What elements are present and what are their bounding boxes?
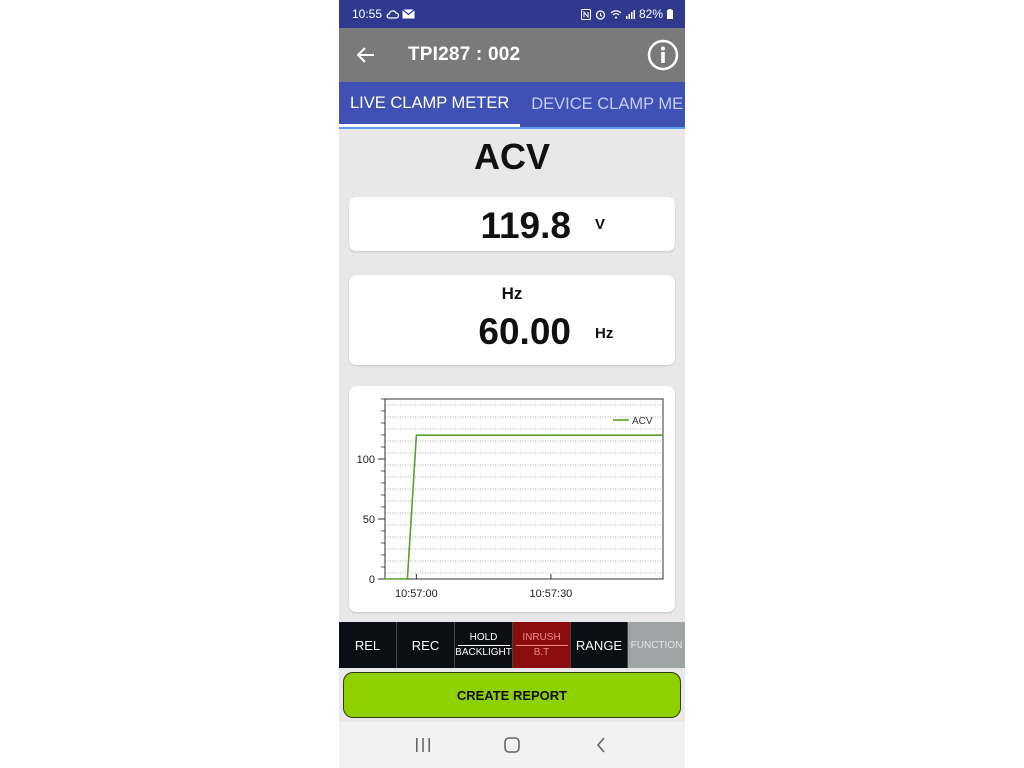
primary-reading-unit: V: [595, 216, 606, 233]
back-arrow-icon: [357, 47, 374, 63]
live-chart: 0 50 100 10:57:00 10:57:30 ACV: [357, 398, 664, 600]
range-button[interactable]: RANGE: [571, 622, 628, 668]
chart-data-point: [662, 434, 664, 436]
primary-reading-value: 119.8: [480, 205, 571, 246]
app-bar: TPI287 : 002: [339, 28, 685, 82]
recent-apps-icon: [416, 738, 431, 752]
frequency-value: 60.00: [478, 311, 571, 352]
chart-data-point: [415, 434, 417, 436]
frequency-label: Hz: [501, 284, 523, 303]
back-nav-button[interactable]: [586, 730, 616, 760]
status-right-icons: 82%: [580, 7, 673, 21]
hold-backlight-button[interactable]: HOLD BACKLIGHT: [455, 622, 513, 668]
primary-reading-card: 119.8 V: [349, 197, 675, 251]
home-icon: [504, 737, 520, 753]
home-button[interactable]: [497, 730, 527, 760]
chart-data-point: [550, 434, 552, 436]
tab-device-clamp-meter[interactable]: DEVICE CLAMP ME: [520, 82, 685, 127]
phone-screen: 10:55 82% TPI287 : 002 LIVE CLAMP METER …: [339, 0, 685, 768]
live-chart-card: 0 50 100 10:57:00 10:57:30 ACV: [349, 386, 675, 612]
status-time: 10:55: [352, 7, 383, 21]
status-bar: 10:55 82%: [339, 0, 685, 28]
hold-label: HOLD: [469, 631, 498, 643]
button-divider: [515, 644, 568, 646]
chevron-left-icon: [596, 737, 605, 753]
chart-y-tick-label: 100: [357, 454, 375, 466]
status-left-icons: [386, 9, 415, 19]
wifi-icon: [610, 10, 622, 19]
tab-bar: LIVE CLAMP METER DEVICE CLAMP ME: [339, 82, 685, 129]
chart-legend-label: ACV: [632, 416, 653, 427]
info-button[interactable]: [647, 39, 679, 71]
nfc-icon: [580, 8, 591, 20]
create-report-button[interactable]: CREATE REPORT: [343, 672, 681, 718]
chart-y-tick-label: 50: [363, 514, 375, 526]
bt-label: B.T: [533, 646, 550, 658]
info-icon: [647, 39, 679, 71]
back-button[interactable]: [339, 28, 393, 82]
mail-icon: [402, 9, 415, 19]
battery-percent: 82%: [638, 7, 663, 21]
frequency-unit: Hz: [595, 325, 614, 342]
tab-live-clamp-meter[interactable]: LIVE CLAMP METER: [339, 82, 521, 127]
rel-button[interactable]: REL: [339, 622, 397, 668]
battery-icon: [667, 9, 673, 19]
recent-apps-button[interactable]: [408, 730, 438, 760]
signal-icon: [625, 10, 635, 19]
inrush-bt-button[interactable]: INRUSH B.T: [513, 622, 571, 668]
rec-button[interactable]: REC: [397, 622, 455, 668]
button-divider: [457, 644, 510, 646]
system-nav-bar: [339, 722, 685, 768]
frequency-reading-card: Hz 60.00 Hz: [349, 275, 675, 365]
cloud-icon: [386, 9, 400, 19]
chart-data-point: [384, 578, 386, 580]
chart-x-tick-label: 10:57:00: [395, 588, 438, 600]
chart-y-tick-label: 0: [369, 574, 375, 586]
function-button[interactable]: FUNCTION: [628, 622, 685, 668]
chart-plot-frame: [384, 398, 664, 580]
function-button-row: REL REC HOLD BACKLIGHT INRUSH B.T RANGE …: [339, 622, 685, 668]
alarm-icon: [595, 9, 606, 20]
mode-title: ACV: [473, 136, 550, 177]
chart-data-point: [406, 578, 409, 580]
chart-series-line: [385, 434, 663, 580]
device-title: TPI287 : 002: [408, 44, 521, 65]
inrush-label: INRUSH: [522, 631, 561, 643]
chart-x-tick-label: 10:57:30: [529, 588, 572, 600]
backlight-label: BACKLIGHT: [455, 646, 512, 658]
